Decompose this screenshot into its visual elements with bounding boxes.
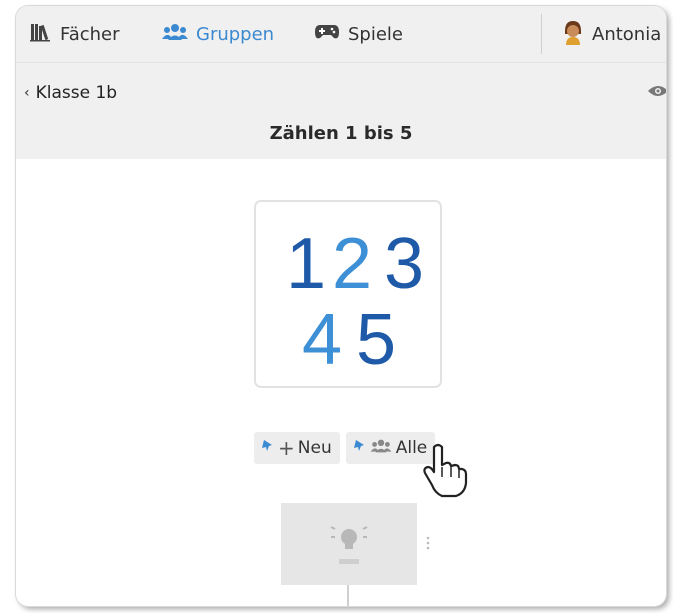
top-navigation: Fächer Gruppen Spiele Antonia <box>16 6 666 63</box>
user-menu[interactable]: Antonia <box>562 6 661 62</box>
nav-item-gruppen[interactable]: Gruppen <box>162 6 274 62</box>
nav-item-faecher[interactable]: Fächer <box>30 6 120 62</box>
exercise-card[interactable]: 1 2 3 4 5 <box>254 200 442 388</box>
numeral-5: 5 <box>356 300 396 380</box>
new-label: Neu <box>297 438 332 458</box>
numbers-illustration: 1 2 3 4 5 <box>286 224 424 380</box>
gamepad-icon <box>314 23 340 46</box>
page-header: ‹ Klasse 1b Zählen 1 bis 5 <box>16 63 666 159</box>
back-link[interactable]: ‹ Klasse 1b <box>24 83 117 103</box>
idea-placeholder[interactable] <box>281 503 417 585</box>
connector-line <box>347 585 349 606</box>
group-icon <box>162 22 188 47</box>
hand-cursor-icon <box>420 443 472 503</box>
nav-divider <box>541 14 542 54</box>
nav-item-label: Spiele <box>348 23 404 45</box>
group-icon <box>370 438 396 459</box>
numeral-4: 4 <box>302 300 342 380</box>
nav-item-label: Fächer <box>60 23 120 45</box>
avatar <box>562 19 584 50</box>
pin-icon <box>353 438 370 458</box>
app-window: Fächer Gruppen Spiele Antonia ‹ Klasse 1… <box>16 6 666 606</box>
user-name: Antonia <box>592 23 662 45</box>
books-icon <box>30 22 52 47</box>
plus-icon: + <box>278 436 295 460</box>
pin-icon <box>262 438 278 458</box>
page-title: Zählen 1 bis 5 <box>269 123 413 144</box>
eye-icon[interactable] <box>648 83 666 102</box>
numeral-3: 3 <box>384 224 424 304</box>
action-bar: + Neu Alle <box>254 432 436 464</box>
back-label: Klasse 1b <box>35 83 118 103</box>
new-button[interactable]: + Neu <box>254 432 340 464</box>
chevron-left-icon: ‹ <box>24 85 30 101</box>
numeral-1: 1 <box>286 224 326 304</box>
nav-item-spiele[interactable]: Spiele <box>314 6 403 62</box>
numeral-2: 2 <box>332 224 372 304</box>
lightbulb-icon <box>330 526 368 564</box>
nav-item-label: Gruppen <box>196 23 275 45</box>
more-options-icon[interactable] <box>426 536 430 556</box>
